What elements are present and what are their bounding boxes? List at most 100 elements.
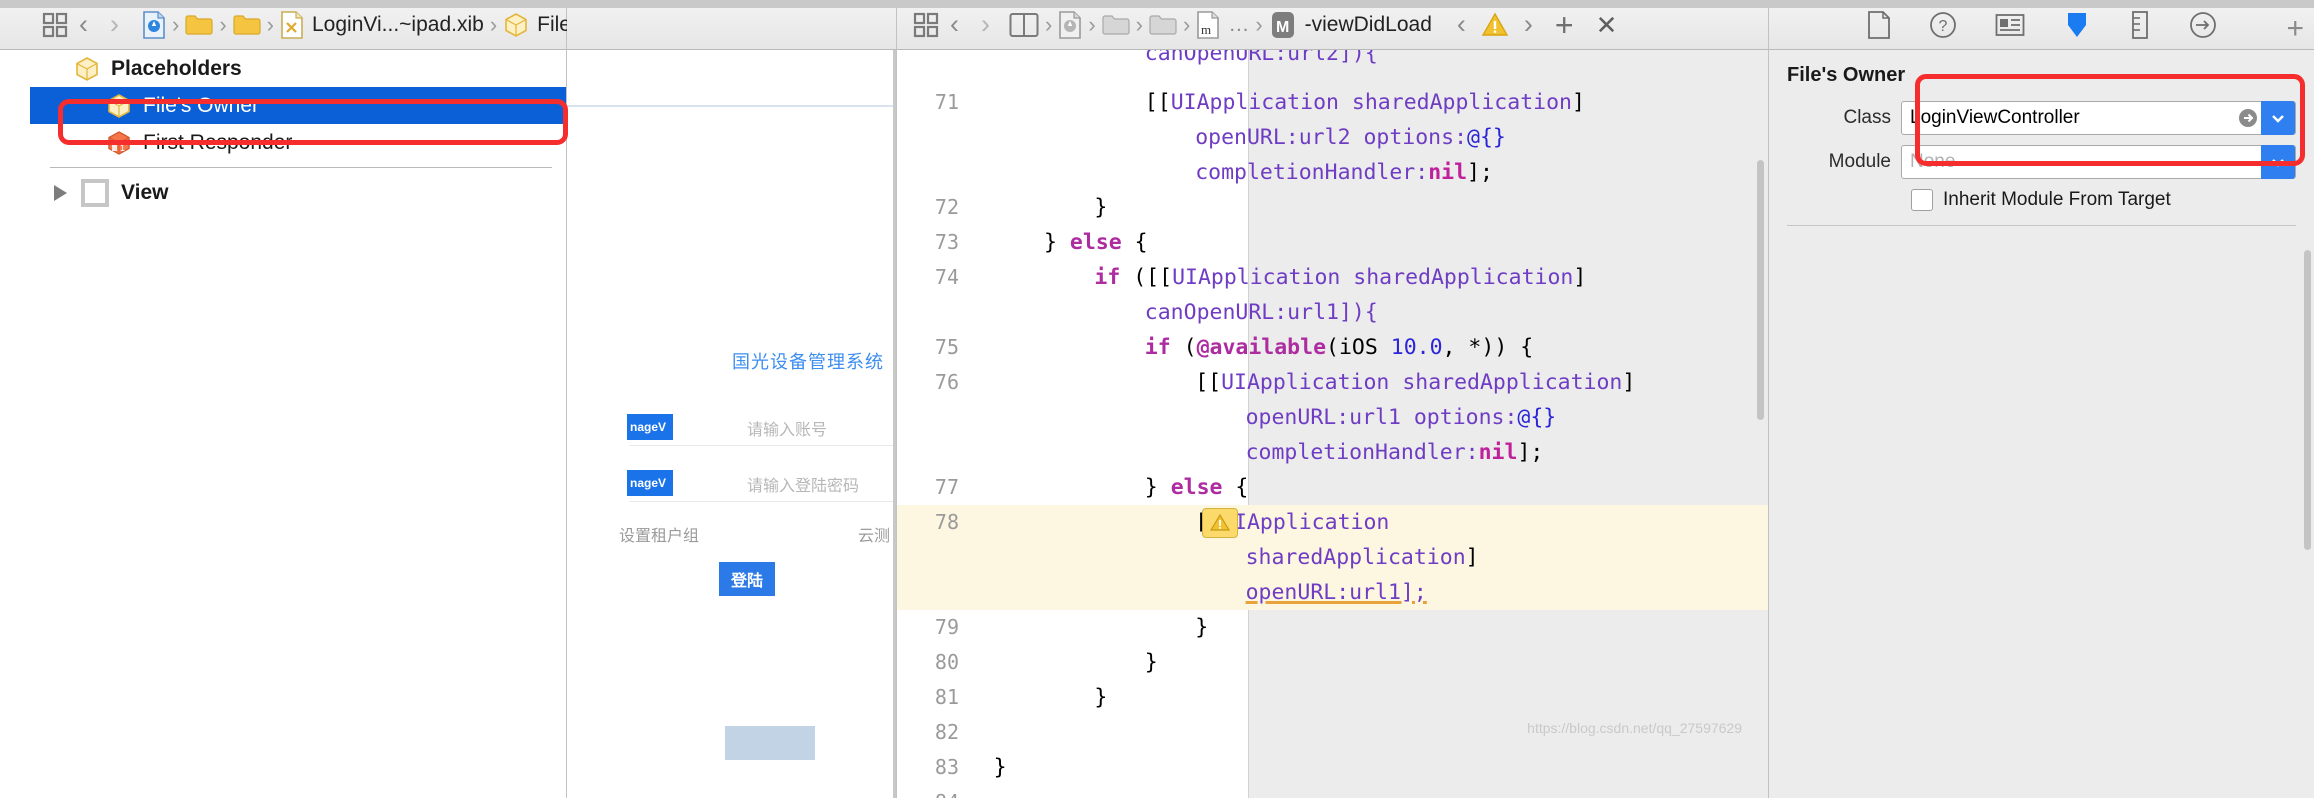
inspector-scrollbar[interactable] [2304, 250, 2311, 550]
code-line[interactable]: 73} else { [897, 225, 1768, 260]
canvas-password-field[interactable]: nageV 请输入登陆密码 [627, 466, 896, 502]
assistant-editor-icon[interactable] [1009, 12, 1039, 38]
code-text: canOpenURL:url2]){ [1144, 50, 1378, 66]
canvas-tenant-link[interactable]: 设置租户组 [619, 522, 699, 546]
connections-inspector-icon[interactable] [2189, 11, 2217, 39]
inspector-panel: ? File's Owner Class LoginViewController… [1768, 0, 2314, 798]
size-inspector-icon[interactable] [2129, 10, 2151, 40]
code-line[interactable]: 78 [[UIApplication [897, 505, 1768, 540]
code-line[interactable]: canOpenURL:url1]){ [897, 295, 1768, 330]
module-dropdown-button[interactable] [2261, 145, 2295, 179]
window-chrome-strip [0, 0, 2314, 8]
code-line[interactable]: completionHandler:nil]; [897, 435, 1768, 470]
code-line[interactable]: openURL:url2 options:@{} [897, 120, 1768, 155]
xib-file-icon[interactable] [280, 10, 304, 39]
crumb-separator: › [1135, 11, 1143, 37]
inspector-section-title: File's Owner [1787, 64, 1906, 86]
previous-issue-button[interactable]: ‹ [1446, 11, 1477, 38]
crumb-separator: › [1255, 11, 1263, 37]
identity-inspector-body: File's Owner Class Module [1769, 50, 2314, 226]
ellipsis-icon[interactable]: … [1228, 13, 1249, 37]
attributes-inspector-icon[interactable] [2063, 10, 2091, 40]
code-line[interactable]: 72} [897, 190, 1768, 225]
canvas-account-field[interactable]: nageV 请输入账号 [627, 410, 896, 446]
code-editor-area[interactable]: canOpenURL:url2]){ 71 [[UIApplication shar… [897, 50, 1768, 798]
inherit-module-checkbox[interactable] [1911, 189, 1933, 211]
source-editor-panel: ‹ › › › › › m … › M -viewDidLoad ‹ › + ✕… [897, 0, 1768, 798]
editor-back-button[interactable]: ‹ [939, 11, 970, 38]
code-line[interactable]: 74 if ([[UIApplication sharedApplication] [897, 260, 1768, 295]
outline-group-placeholders[interactable]: Placeholders [30, 50, 566, 87]
xcode-project-icon[interactable] [142, 10, 166, 39]
canvas-preview[interactable]: 国光设备管理系统 nageV 请输入账号 nageV 请输入登陆密码 设置租户组… [567, 50, 896, 798]
code-line[interactable]: 71 [[UIApplication sharedApplication] [897, 85, 1768, 120]
chevron-right-icon[interactable] [54, 184, 67, 201]
class-combo[interactable] [1901, 101, 2296, 135]
code-line[interactable]: 81} [897, 680, 1768, 715]
quick-help-icon[interactable]: ? [1929, 11, 1957, 39]
code-line[interactable]: 77 } else { [897, 470, 1768, 505]
class-input[interactable] [1902, 107, 2235, 129]
code-line[interactable]: openURL:url1]; [897, 575, 1768, 610]
editor-scrollbar[interactable] [1757, 160, 1764, 420]
module-combo[interactable] [1901, 145, 2296, 179]
outline-tree: Placeholders File's Owner 1 First Respon… [0, 50, 566, 798]
outline-item-view[interactable]: View [30, 174, 566, 211]
next-issue-button[interactable]: › [1513, 11, 1544, 38]
add-editor-button[interactable]: + [1544, 9, 1585, 41]
inherit-module-row[interactable]: Inherit Module From Target [1787, 189, 2296, 211]
file-inspector-icon[interactable] [1867, 10, 1891, 39]
imageview-badge: nageV [627, 470, 673, 496]
code-line[interactable]: 75 if (@available(iOS 10.0, *)) { [897, 330, 1768, 365]
editor-method-label[interactable]: -viewDidLoad [1305, 13, 1432, 37]
code-line[interactable]: 80} [897, 645, 1768, 680]
code-text: sharedApplication] [1245, 545, 1479, 570]
outline-forward-button[interactable]: › [99, 11, 130, 38]
inline-warning-badge[interactable] [1202, 508, 1238, 538]
add-button[interactable]: + [2286, 12, 2304, 46]
code-line[interactable]: canOpenURL:url2]){ [897, 50, 1768, 85]
outline-item-first-responder[interactable]: 1 First Responder [30, 124, 566, 161]
line-number: 71 [934, 90, 959, 114]
code-line[interactable]: completionHandler:nil]; [897, 155, 1768, 190]
folder-icon[interactable] [1102, 14, 1130, 36]
outline-back-button[interactable]: ‹ [68, 11, 99, 38]
code-line[interactable]: 76 [[UIApplication sharedApplication] [897, 365, 1768, 400]
jump-to-definition-icon[interactable] [2235, 107, 2261, 129]
warning-triangle-icon[interactable] [1477, 12, 1513, 38]
cube-icon[interactable] [503, 12, 529, 38]
m-file-icon[interactable]: m [1196, 10, 1220, 39]
code-line[interactable]: 79} [897, 610, 1768, 645]
code-line[interactable]: 83} [897, 750, 1768, 785]
code-line[interactable]: 84 [897, 785, 1768, 798]
identity-inspector-icon[interactable] [1995, 12, 2025, 38]
code-line[interactable]: openURL:url1 options:@{} [897, 400, 1768, 435]
grid-icon[interactable] [42, 12, 68, 38]
code-text: } [1144, 650, 1158, 675]
xcode-project-icon[interactable] [1058, 10, 1082, 39]
editor-forward-button[interactable]: › [970, 11, 1001, 38]
folder-icon[interactable] [1149, 14, 1177, 36]
close-editor-button[interactable]: ✕ [1585, 12, 1629, 38]
crumb-separator: › [489, 11, 498, 37]
svg-text:M: M [1276, 19, 1289, 36]
line-number: 77 [934, 475, 959, 499]
line-number: 79 [934, 615, 959, 639]
crumb-xib-label[interactable]: LoginVi...~ipad.xib [312, 13, 484, 37]
outline-item-label: File's Owner [143, 93, 260, 117]
canvas-login-button[interactable]: 登陆 [719, 562, 776, 596]
code-text: } else { [1144, 475, 1249, 500]
code-line[interactable]: sharedApplication] [897, 540, 1768, 575]
cube-icon [74, 56, 100, 82]
module-input[interactable] [1902, 151, 2261, 173]
code-text: completionHandler:nil]; [1245, 440, 1544, 465]
svg-text:m: m [1201, 22, 1211, 37]
method-icon[interactable]: M [1269, 10, 1297, 40]
grid-icon[interactable] [913, 12, 939, 38]
folder-icon[interactable] [233, 14, 261, 36]
outline-item-files-owner[interactable]: File's Owner [30, 87, 566, 124]
folder-icon[interactable] [185, 14, 213, 36]
canvas-cloud-link[interactable]: 云测 [858, 522, 890, 546]
class-dropdown-button[interactable] [2261, 101, 2295, 135]
canvas-password-placeholder: 请输入登陆密码 [747, 477, 860, 495]
